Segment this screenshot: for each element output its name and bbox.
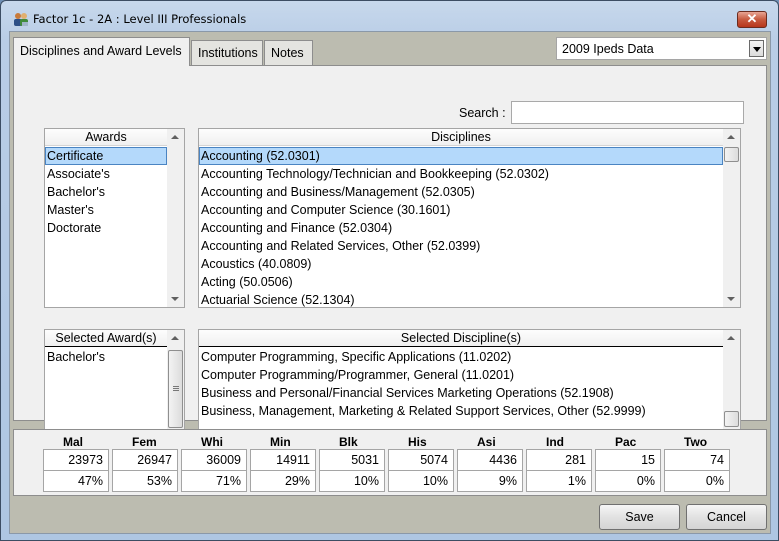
scroll-thumb[interactable] — [724, 147, 739, 162]
disciplines-header: Disciplines — [199, 129, 723, 146]
awards-header: Awards — [45, 129, 167, 146]
selected-awards-list[interactable]: Selected Award(s) Bachelor's — [44, 329, 185, 444]
demographics-stats: Mal 23973 47% Fem 26947 53% Whi 36009 71… — [13, 429, 767, 496]
stat-label: Min — [270, 435, 291, 449]
selected-discipline-item[interactable]: Business and Personal/Financial Services… — [199, 384, 723, 402]
scroll-up-icon[interactable] — [727, 336, 735, 340]
data-source-value: 2009 Ipeds Data — [562, 42, 654, 56]
stat-label: Mal — [63, 435, 84, 449]
selected-discipline-item[interactable]: Computer Programming, Specific Applicati… — [199, 348, 723, 366]
stat-percent: 53% — [112, 470, 178, 492]
stat-count: 15 — [595, 449, 661, 471]
selected-award-item[interactable]: Bachelor's — [45, 348, 167, 366]
scroll-down-icon[interactable] — [727, 297, 735, 301]
stat-label: Asi — [477, 435, 496, 449]
award-item-bachelors[interactable]: Bachelor's — [45, 183, 167, 201]
discipline-item[interactable]: Acoustics (40.0809) — [199, 255, 723, 273]
search-label: Search : — [459, 106, 506, 120]
selected-disciplines-header: Selected Discipline(s) — [199, 330, 723, 347]
stat-percent: 1% — [526, 470, 592, 492]
stat-label: Fem — [132, 435, 157, 449]
discipline-item[interactable]: Accounting (52.0301) — [199, 147, 723, 165]
selected-discipline-item[interactable]: Computer Programming/Programmer, General… — [199, 366, 723, 384]
scroll-up-icon[interactable] — [727, 135, 735, 139]
scroll-down-icon[interactable] — [171, 297, 179, 301]
stat-count: 36009 — [181, 449, 247, 471]
tab-panel: Search : Awards Certificate Associate's … — [13, 65, 767, 444]
stat-count: 4436 — [457, 449, 523, 471]
stat-count: 14911 — [250, 449, 316, 471]
stat-percent: 0% — [664, 470, 730, 492]
selected-awards-header: Selected Award(s) — [45, 330, 167, 347]
title-bar[interactable]: Factor 1c - 2A : Level III Professionals… — [1, 1, 778, 35]
stat-count: 5074 — [388, 449, 454, 471]
save-button[interactable]: Save — [599, 504, 680, 530]
tab-institutions[interactable]: Institutions — [191, 40, 263, 65]
discipline-item[interactable]: Accounting Technology/Technician and Boo… — [199, 165, 723, 183]
stat-label: Two — [684, 435, 708, 449]
stat-count: 26947 — [112, 449, 178, 471]
tab-notes[interactable]: Notes — [264, 40, 313, 65]
award-item-doctorate[interactable]: Doctorate — [45, 219, 167, 237]
award-item-certificate[interactable]: Certificate — [45, 147, 167, 165]
data-source-dropdown[interactable]: 2009 Ipeds Data — [556, 37, 767, 60]
people-icon — [13, 12, 29, 27]
stat-percent: 47% — [43, 470, 109, 492]
awards-list[interactable]: Awards Certificate Associate's Bachelor'… — [44, 128, 185, 308]
stat-count: 281 — [526, 449, 592, 471]
stat-percent: 29% — [250, 470, 316, 492]
discipline-item[interactable]: Accounting and Computer Science (30.1601… — [199, 201, 723, 219]
client-area: Disciplines and Award Levels Institution… — [9, 31, 771, 534]
discipline-item[interactable]: Actuarial Science (52.1304) — [199, 291, 723, 307]
award-item-associates[interactable]: Associate's — [45, 165, 167, 183]
tab-label: Institutions — [198, 46, 258, 60]
award-item-masters[interactable]: Master's — [45, 201, 167, 219]
discipline-item[interactable]: Accounting and Finance (52.0304) — [199, 219, 723, 237]
selected-disciplines-list[interactable]: Selected Discipline(s) Computer Programm… — [198, 329, 741, 444]
stat-count: 5031 — [319, 449, 385, 471]
selected-discipline-item[interactable]: Business, Management, Marketing & Relate… — [199, 402, 723, 420]
tab-label: Notes — [271, 46, 304, 60]
dialog-window: Factor 1c - 2A : Level III Professionals… — [0, 0, 779, 541]
stat-percent: 71% — [181, 470, 247, 492]
stat-percent: 9% — [457, 470, 523, 492]
disciplines-list[interactable]: Disciplines Accounting (52.0301) Account… — [198, 128, 741, 308]
close-button[interactable]: ✕ — [737, 11, 767, 28]
stat-count: 74 — [664, 449, 730, 471]
stat-percent: 0% — [595, 470, 661, 492]
stat-percent: 10% — [388, 470, 454, 492]
scroll-up-icon[interactable] — [171, 135, 179, 139]
awards-scrollbar[interactable] — [167, 129, 184, 307]
stat-label: Whi — [201, 435, 223, 449]
selected-awards-scrollbar[interactable] — [167, 330, 184, 443]
stat-label: Ind — [546, 435, 564, 449]
tab-label: Disciplines and Award Levels — [20, 44, 182, 58]
tab-disciplines-and-award-levels[interactable]: Disciplines and Award Levels — [13, 37, 190, 66]
selected-disciplines-scrollbar[interactable] — [723, 330, 740, 443]
disciplines-scrollbar[interactable] — [723, 129, 740, 307]
discipline-item[interactable]: Acting (50.0506) — [199, 273, 723, 291]
chevron-down-icon[interactable] — [749, 40, 764, 57]
discipline-item[interactable]: Accounting and Related Services, Other (… — [199, 237, 723, 255]
stat-label: Blk — [339, 435, 358, 449]
scroll-thumb[interactable] — [724, 411, 739, 427]
close-icon: ✕ — [746, 11, 758, 26]
scroll-up-icon[interactable] — [171, 336, 179, 340]
stat-label: His — [408, 435, 427, 449]
discipline-item[interactable]: Accounting and Business/Management (52.0… — [199, 183, 723, 201]
scroll-thumb[interactable] — [168, 350, 183, 428]
cancel-button[interactable]: Cancel — [686, 504, 767, 530]
search-input[interactable] — [511, 101, 744, 124]
stat-percent: 10% — [319, 470, 385, 492]
window-title: Factor 1c - 2A : Level III Professionals — [33, 12, 247, 26]
stat-label: Pac — [615, 435, 637, 449]
stat-count: 23973 — [43, 449, 109, 471]
